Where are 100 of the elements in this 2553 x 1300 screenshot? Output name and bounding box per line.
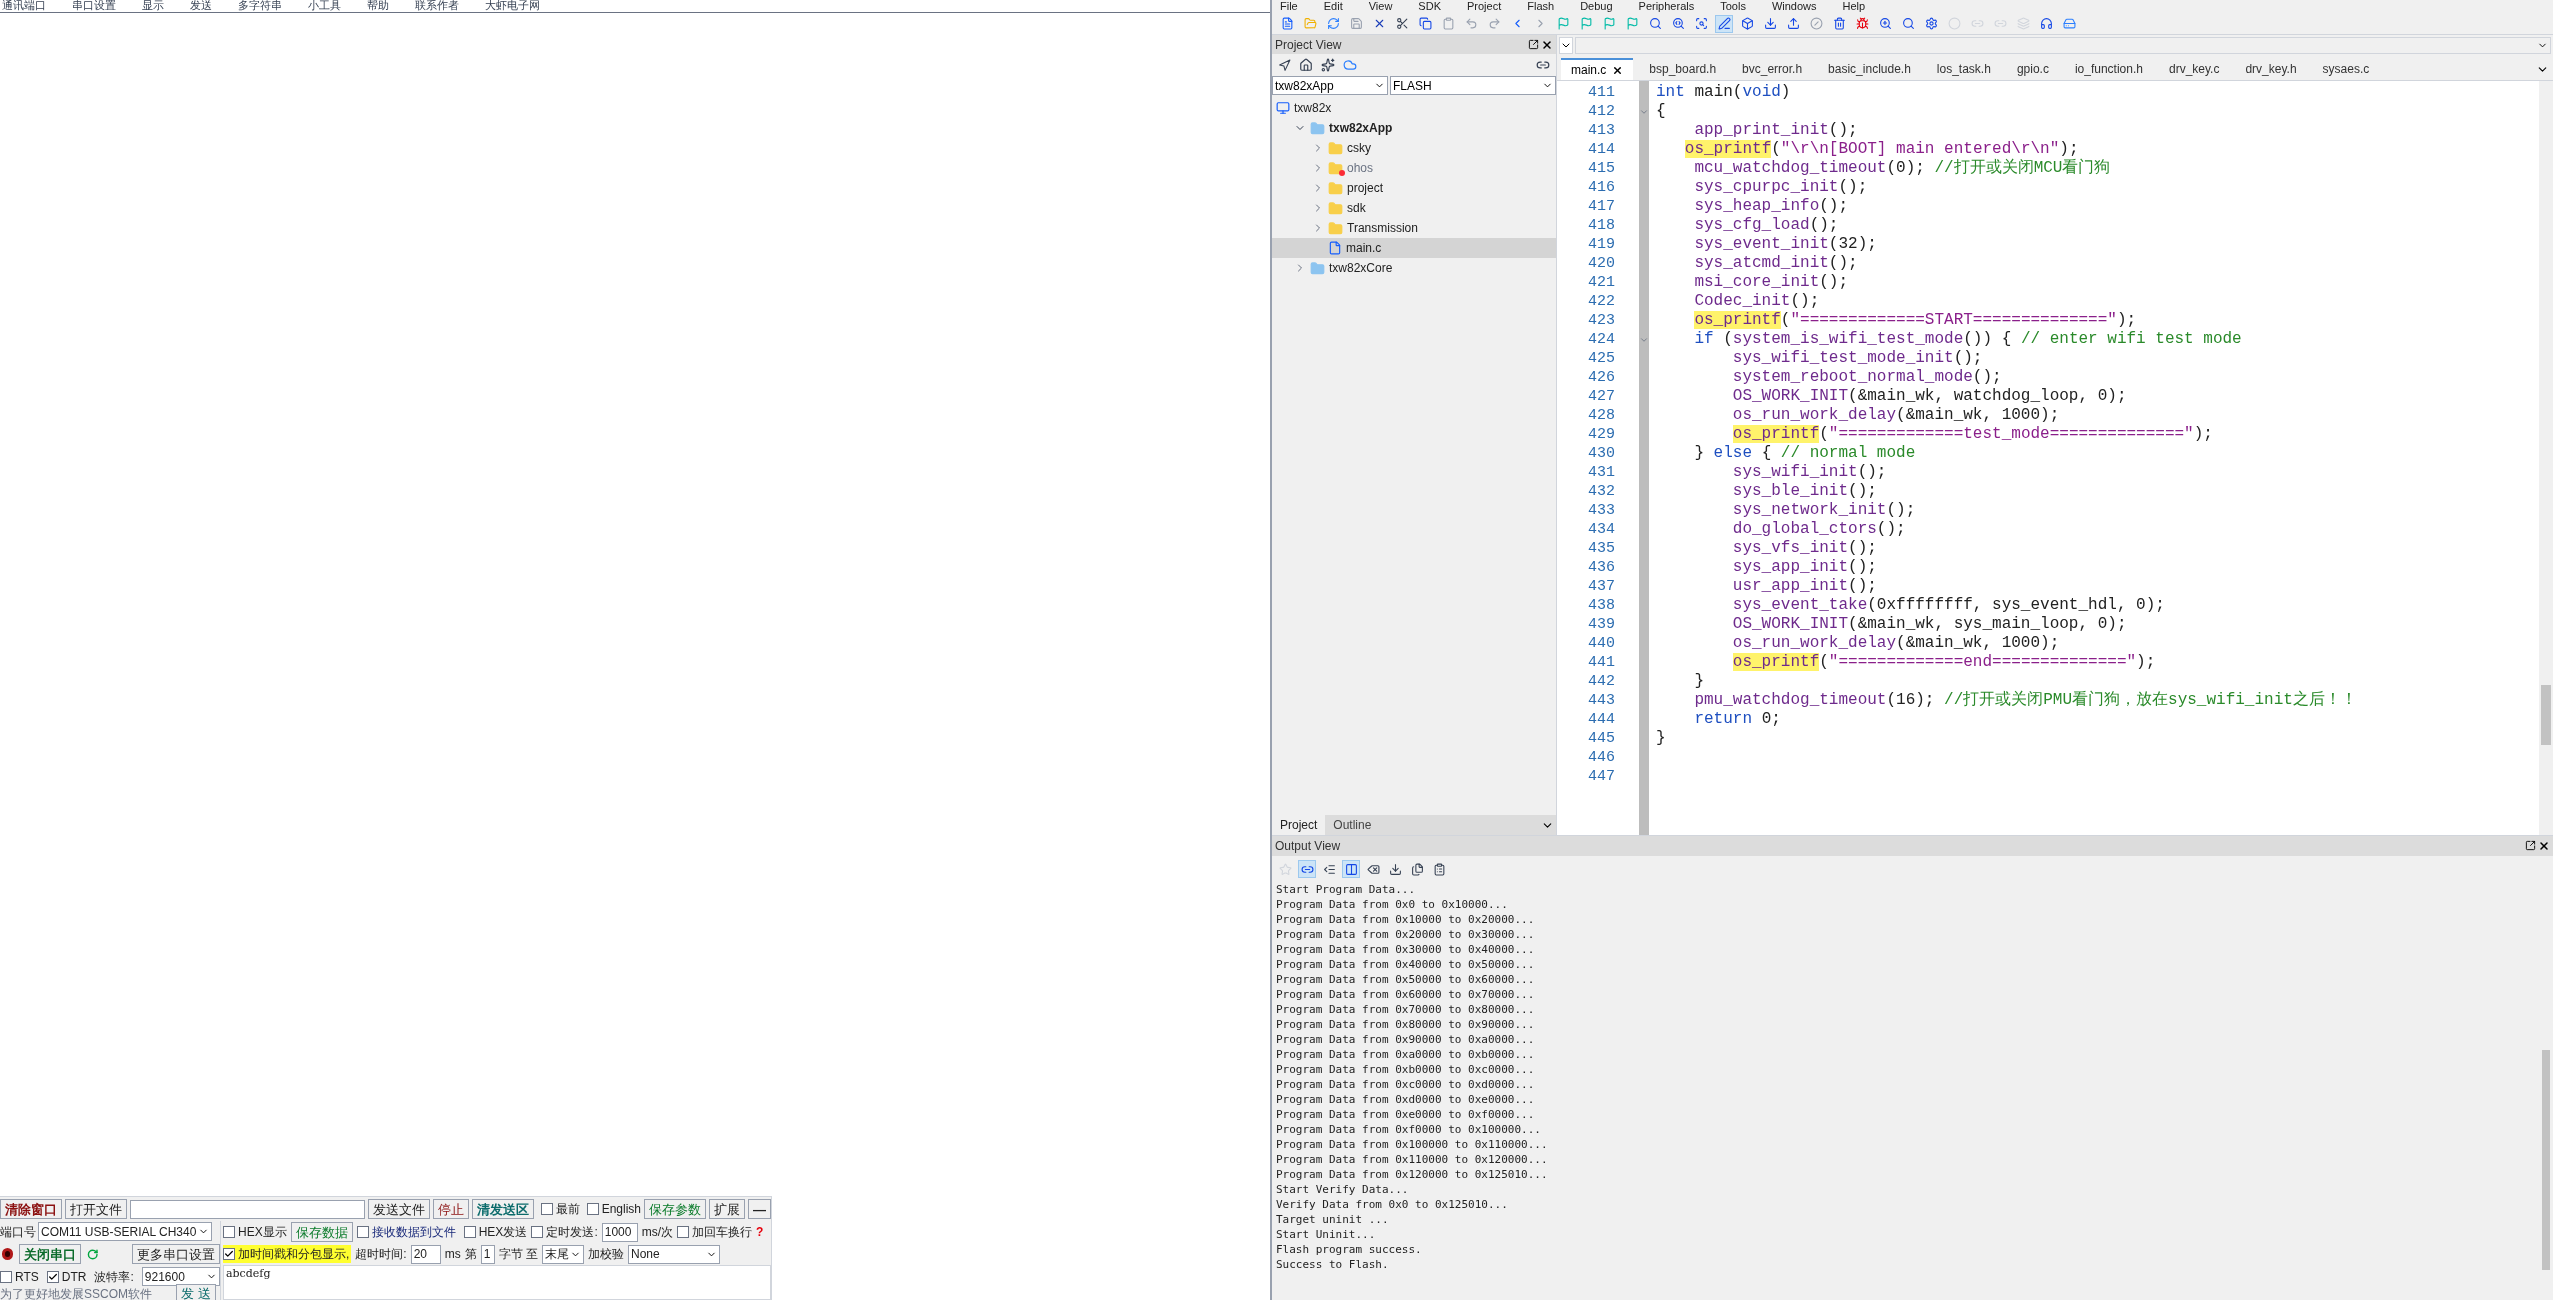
interval-field[interactable]: 1000 — [601, 1222, 638, 1242]
send-file-button[interactable]: 发送文件 — [367, 1199, 430, 1219]
config-select[interactable]: FLASH — [1390, 76, 1556, 95]
byte-from-field[interactable]: 1 — [480, 1244, 495, 1264]
tree-item[interactable]: sdk — [1272, 198, 1556, 218]
menu-item[interactable]: Help — [1842, 0, 1866, 13]
scrollbar[interactable] — [2539, 81, 2553, 835]
copy-icon[interactable] — [1416, 14, 1434, 33]
save-params-button[interactable]: 保存参数 — [644, 1199, 706, 1219]
tree-item[interactable]: main.c — [1272, 238, 1556, 258]
checkbox[interactable]: HEX发送 — [463, 1223, 528, 1241]
code-line: os_printf("=============end=============="); — [1731, 653, 2156, 672]
checkbox[interactable]: 接收数据到文件 — [356, 1223, 456, 1241]
checkbox[interactable]: 加回车换行 — [677, 1223, 753, 1241]
editor-tab[interactable]: bsp_board.h — [1639, 58, 1727, 80]
menu-item[interactable]: Debug — [1580, 0, 1613, 13]
close-icon[interactable] — [1612, 64, 1624, 76]
refresh-icon[interactable] — [86, 1247, 98, 1262]
menu-item[interactable]: Flash — [1527, 0, 1555, 13]
target-select[interactable]: txw82xApp — [1272, 76, 1388, 95]
expand-button[interactable]: 扩展 — [709, 1199, 745, 1219]
tree-item[interactable]: project — [1272, 178, 1556, 198]
checkbox[interactable]: 定时发送: — [531, 1223, 598, 1241]
checkbox[interactable]: English — [586, 1200, 641, 1218]
collapse-button[interactable]: — — [748, 1199, 771, 1219]
menu-item[interactable]: Edit — [1323, 0, 1343, 13]
code-line: sys_network_init(); — [1731, 501, 1916, 520]
split-icon[interactable] — [1342, 860, 1360, 878]
menu-item[interactable]: 小工具 — [308, 0, 341, 12]
checkbox[interactable]: DTR — [46, 1267, 87, 1286]
menu-item[interactable]: Tools — [1720, 0, 1746, 13]
code-line: sys_ble_init(); — [1731, 482, 1877, 501]
port-select[interactable]: COM11 USB-SERIAL CH340 — [38, 1222, 212, 1242]
menu-item[interactable]: 帮助 — [367, 0, 389, 12]
editor-tab[interactable]: gpio.c — [2006, 58, 2059, 80]
editor-tab[interactable]: sysaes.c — [2312, 58, 2380, 80]
output-line: Start Verify Data... — [1276, 1182, 1409, 1197]
locate-icon[interactable] — [1278, 58, 1291, 72]
editor-tab[interactable]: drv_key.h — [2235, 58, 2307, 80]
tree-item[interactable]: txw82x — [1272, 98, 1556, 118]
pen-icon[interactable] — [1715, 14, 1733, 33]
tree-item[interactable]: txw82xApp — [1272, 118, 1556, 138]
menu-item[interactable]: 显示 — [142, 0, 164, 12]
help-mark[interactable]: ? — [756, 1223, 764, 1241]
menu-item[interactable]: 串口设置 — [72, 0, 116, 12]
link-icon[interactable] — [1536, 58, 1550, 72]
checkbox[interactable]: 最前 — [540, 1200, 580, 1218]
timeout-field[interactable]: 20 — [410, 1244, 441, 1264]
menu-item[interactable]: Project — [1467, 0, 1502, 13]
menu-item[interactable]: 多字符串 — [238, 0, 282, 12]
byte-to-select[interactable]: 末尾 — [542, 1244, 585, 1264]
close-port-button[interactable]: 关闭串口 — [18, 1244, 81, 1265]
home-icon[interactable] — [1299, 58, 1313, 72]
menu-item[interactable]: 通讯端口 — [2, 0, 46, 12]
stop-button[interactable]: 停止 — [432, 1199, 469, 1219]
undock-icon[interactable] — [1528, 38, 1539, 50]
file-path-field[interactable] — [130, 1199, 365, 1219]
link-icon[interactable] — [1298, 860, 1316, 878]
save-data-button[interactable]: 保存数据 — [290, 1222, 353, 1242]
menu-item[interactable]: Windows — [1771, 0, 1817, 13]
undock-icon[interactable] — [2525, 840, 2536, 851]
code-line: OS_WORK_INIT(&main_wk, sys_main_loop, 0); — [1731, 615, 2127, 634]
panel-tab[interactable]: Project — [1272, 815, 1326, 835]
editor-tab[interactable]: main.c — [1561, 58, 1634, 80]
checkbox[interactable]: 加时间戳和分包显示, — [223, 1245, 352, 1263]
editor-tab[interactable]: io_function.h — [2064, 58, 2153, 80]
scope-dropdown[interactable] — [1559, 36, 1573, 54]
menu-item[interactable]: 大虾电子网 — [485, 0, 540, 12]
close-icon[interactable] — [2538, 840, 2550, 852]
checksum-select[interactable]: None — [628, 1244, 721, 1264]
menu-item[interactable]: SDK — [1418, 0, 1441, 13]
editor-tab[interactable]: los_task.h — [1926, 58, 2001, 80]
menu-item[interactable]: Peripherals — [1638, 0, 1695, 13]
editor-tab[interactable]: drv_key.c — [2158, 58, 2230, 80]
more-settings-button[interactable]: 更多串口设置 — [132, 1244, 220, 1265]
tree-item[interactable]: txw82xCore — [1272, 258, 1556, 278]
open-file-button[interactable]: 打开文件 — [65, 1199, 127, 1219]
code-line: sys_wifi_test_mode_init(); — [1731, 349, 1983, 368]
output-line: Program Data from 0x0 to 0x10000... — [1276, 897, 1508, 912]
close-icon[interactable] — [1541, 38, 1553, 51]
checkbox[interactable]: HEX显示 — [223, 1223, 287, 1241]
output-line: Target uninit ... — [1276, 1212, 1389, 1227]
cloud-icon[interactable] — [1343, 58, 1357, 72]
editor-tab[interactable]: bvc_error.h — [1732, 58, 1813, 80]
sparkle-icon[interactable] — [1321, 58, 1335, 72]
baud-select[interactable]: 921600 — [141, 1267, 220, 1287]
editor-tab[interactable]: basic_include.h — [1818, 58, 1921, 80]
clear-window-button[interactable]: 清除窗口 — [0, 1199, 62, 1219]
tree-item[interactable]: ohos — [1272, 158, 1556, 178]
menu-item[interactable]: 联系作者 — [415, 0, 459, 12]
menu-item[interactable]: View — [1368, 0, 1393, 13]
menu-item[interactable]: 发送 — [190, 0, 212, 12]
send-text-area[interactable]: abcdefg — [223, 1265, 771, 1300]
line-number: 419 — [1587, 235, 1616, 254]
checkbox[interactable]: RTS — [0, 1267, 39, 1286]
code-line: system_reboot_normal_mode(); — [1731, 368, 2002, 387]
tree-item[interactable]: Transmission — [1272, 218, 1556, 238]
clear-send-button[interactable]: 清发送区 — [471, 1199, 534, 1219]
menu-item[interactable]: File — [1280, 0, 1298, 13]
tree-item[interactable]: csky — [1272, 138, 1556, 158]
